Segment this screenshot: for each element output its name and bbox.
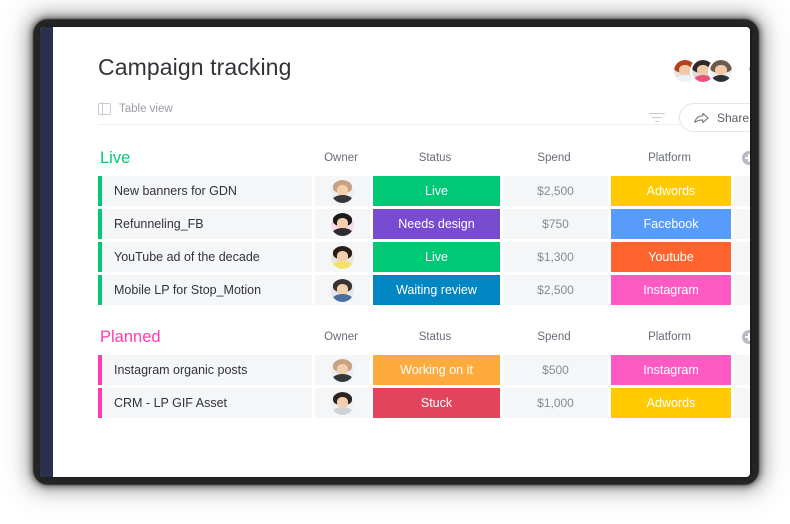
group-title[interactable]: Planned (98, 327, 312, 347)
add-column-cell (731, 151, 750, 165)
owner-avatar[interactable] (331, 245, 354, 269)
owner-cell[interactable] (315, 176, 370, 206)
status-cell[interactable]: Working on it (373, 355, 500, 385)
platform-cell[interactable]: Youtube (611, 242, 731, 272)
owner-avatar[interactable] (331, 358, 354, 382)
row-tail-cell (734, 176, 750, 206)
row-name-cell[interactable]: Instagram organic posts (98, 355, 312, 385)
column-header[interactable]: Platform (608, 331, 731, 343)
avatar-group (672, 58, 734, 84)
board-groups: Live Owner Status Spend Platform New banners … (53, 148, 750, 418)
left-nav-rail[interactable] (40, 27, 53, 477)
status-cell[interactable]: Live (373, 176, 500, 206)
table-row[interactable]: New banners for GDN Live $2,500 Adwords (98, 176, 750, 206)
row-name-cell[interactable]: Mobile LP for Stop_Motion (98, 275, 312, 305)
tab-table-view[interactable]: Table view (119, 103, 173, 115)
spend-cell[interactable]: $2,500 (503, 275, 608, 305)
row-tail-cell (734, 388, 750, 418)
header-actions: Share (648, 103, 750, 132)
platform-cell[interactable]: Adwords (611, 388, 731, 418)
status-cell[interactable]: Stuck (373, 388, 500, 418)
spend-cell[interactable]: $750 (503, 209, 608, 239)
spend-cell[interactable]: $2,500 (503, 176, 608, 206)
column-header[interactable]: Owner (312, 331, 370, 343)
table-view-icon (98, 102, 111, 116)
table-row[interactable]: Instagram organic posts Working on it $500… (98, 355, 750, 385)
group-header-row: Planned Owner Status Spend Platform (98, 327, 750, 347)
row-name-cell[interactable]: YouTube ad of the decade (98, 242, 312, 272)
platform-cell[interactable]: Instagram (611, 355, 731, 385)
table-row[interactable]: YouTube ad of the decade Live $1,300 Youtub… (98, 242, 750, 272)
group-header-row: Live Owner Status Spend Platform (98, 148, 750, 168)
owner-cell[interactable] (315, 242, 370, 272)
owner-cell[interactable] (315, 209, 370, 239)
row-name-cell[interactable]: New banners for GDN (98, 176, 312, 206)
row-name-cell[interactable]: Refunneling_FB (98, 209, 312, 239)
filter-icon[interactable] (648, 111, 665, 125)
add-column-icon[interactable] (742, 151, 750, 165)
owner-avatar[interactable] (331, 212, 354, 236)
screenshot-root: Campaign tracking Share Table view Live … (0, 0, 790, 524)
board-group: Planned Owner Status Spend Platform Instagram… (98, 327, 750, 418)
table-row[interactable]: CRM - LP GIF Asset Stuck $1,000 Adwords (98, 388, 750, 418)
platform-cell[interactable]: Instagram (611, 275, 731, 305)
add-column-cell (731, 330, 750, 344)
platform-cell[interactable]: Adwords (611, 176, 731, 206)
owner-cell[interactable] (315, 388, 370, 418)
platform-cell[interactable]: Facebook (611, 209, 731, 239)
app-card: Campaign tracking Share Table view Live … (40, 27, 750, 477)
column-header[interactable]: Status (370, 152, 500, 164)
column-header[interactable]: Platform (608, 152, 731, 164)
table-row[interactable]: Refunneling_FB Needs design $750 Facebook (98, 209, 750, 239)
share-button[interactable]: Share (678, 103, 750, 132)
column-header[interactable]: Spend (500, 331, 608, 343)
board-header: Campaign tracking Share (53, 27, 750, 132)
status-cell[interactable]: Live (373, 242, 500, 272)
group-title[interactable]: Live (98, 148, 312, 168)
status-cell[interactable]: Waiting review (373, 275, 500, 305)
share-label: Share (716, 110, 749, 125)
owner-cell[interactable] (315, 275, 370, 305)
column-header[interactable]: Owner (312, 152, 370, 164)
spend-cell[interactable]: $1,300 (503, 242, 608, 272)
spend-cell[interactable]: $500 (503, 355, 608, 385)
column-header[interactable]: Spend (500, 152, 608, 164)
row-tail-cell (734, 355, 750, 385)
card-content: Campaign tracking Share Table view Live … (53, 27, 750, 477)
spend-cell[interactable]: $1,000 (503, 388, 608, 418)
owner-avatar[interactable] (331, 391, 354, 415)
row-tail-cell (734, 242, 750, 272)
page-title: Campaign tracking (98, 54, 292, 80)
owner-avatar[interactable] (331, 278, 354, 302)
owner-cell[interactable] (315, 355, 370, 385)
share-icon (694, 112, 709, 123)
row-tail-cell (734, 209, 750, 239)
more-options-icon[interactable] (749, 67, 750, 71)
owner-avatar[interactable] (331, 179, 354, 203)
column-header[interactable]: Status (370, 331, 500, 343)
status-cell[interactable]: Needs design (373, 209, 500, 239)
row-tail-cell (734, 275, 750, 305)
avatar[interactable] (708, 58, 734, 84)
table-row[interactable]: Mobile LP for Stop_Motion Waiting review $… (98, 275, 750, 305)
add-column-icon[interactable] (742, 330, 750, 344)
board-group: Live Owner Status Spend Platform New banners … (98, 148, 750, 305)
row-name-cell[interactable]: CRM - LP GIF Asset (98, 388, 312, 418)
